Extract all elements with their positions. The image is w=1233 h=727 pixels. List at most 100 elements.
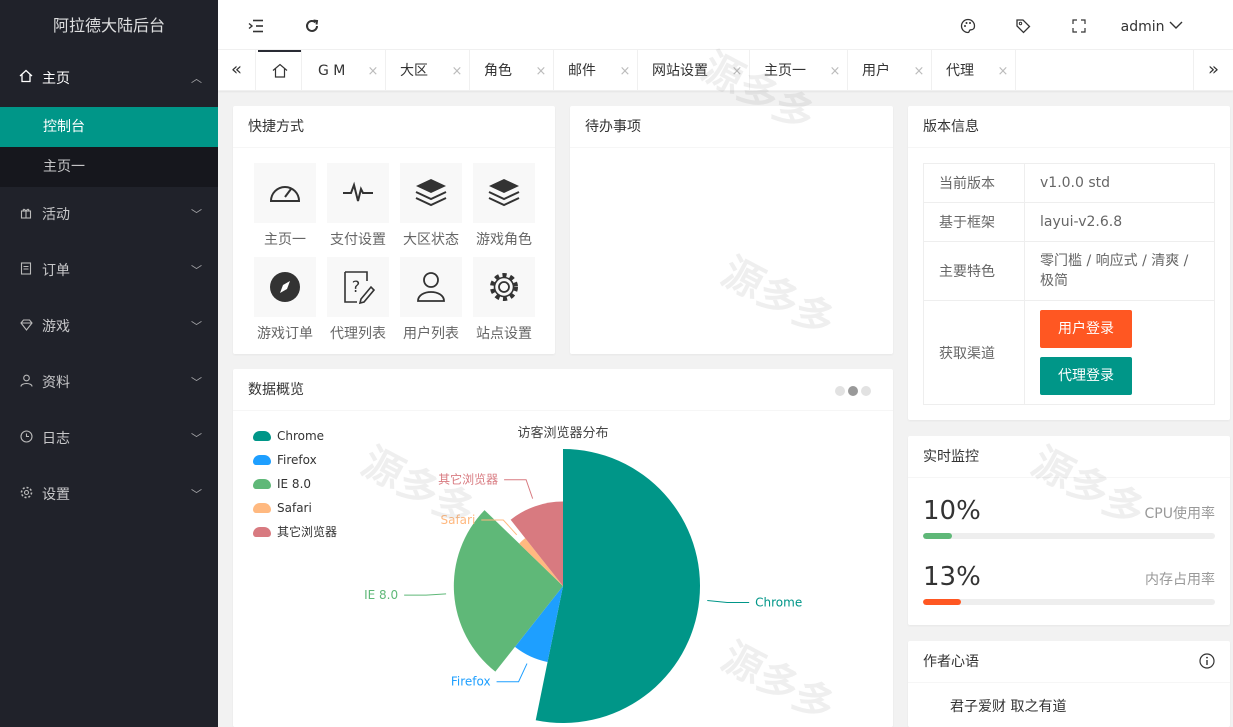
app-logo-title[interactable]: 阿拉德大陆后台 [0,0,218,51]
compass-icon [254,257,316,317]
tab-region[interactable]: 大区 × [386,50,470,91]
shortcuts-card: 快捷方式 主页一 支付设置 大区状态 游戏角色 游戏订单 ? 代理列表 用户列表… [233,106,555,354]
sidebar: 阿拉德大陆后台 主页 ︿ 控制台 主页一 活动 ﹀ 订单 ﹀ 游戏 ﹀ 资料 ﹀… [0,0,218,727]
tab-label: 邮件 [568,63,596,79]
user-name: admin [1120,19,1165,35]
monitor-title: 实时监控 [908,436,1230,478]
close-icon[interactable]: × [444,51,470,93]
sidebar-item-home-one[interactable]: 主页一 [0,147,218,187]
table-row: 主要特色 零门槛 / 响应式 / 清爽 / 极简 [923,241,1215,301]
sidebar-item-settings[interactable]: 设置 ﹀ [0,467,218,523]
shortcut-payment-settings[interactable]: 支付设置 [326,163,390,249]
tab-label: 主页一 [764,63,806,79]
sidebar-item-label: 设置 [42,487,70,503]
chevron-down-icon: ﹀ [191,320,202,333]
sidebar-item-orders[interactable]: 订单 ﹀ [0,243,218,299]
close-icon[interactable]: × [906,51,932,93]
cpu-progress-bar [923,533,1215,539]
pie-label-line [707,600,750,604]
order-icon [18,244,34,300]
svg-text:?: ? [352,277,361,296]
clock-icon [18,412,34,468]
table-value: 零门槛 / 响应式 / 清爽 / 极简 [1024,241,1215,301]
table-value: layui-v2.6.8 [1024,202,1215,242]
tab-home[interactable] [258,50,302,91]
shortcut-label: 站点设置 [476,326,532,342]
close-icon[interactable]: × [360,51,386,93]
memory-progress-fill [923,599,961,605]
shortcut-label: 代理列表 [330,326,386,342]
chevron-down-icon: ﹀ [191,488,202,501]
shortcut-region-status[interactable]: 大区状态 [399,163,463,249]
carousel-dot[interactable] [835,386,845,396]
browser-pie-chart: 访客浏览器分布 Chrome Firefox IE 8.0 Safari 其它浏览器 [364,425,802,723]
close-icon[interactable]: × [990,51,1016,93]
pie-label-line [404,593,447,596]
help-edit-icon: ? [327,257,389,317]
memory-label: 内存占用率 [1145,572,1215,588]
user-icon [400,257,462,317]
tabs-prev-button[interactable]: « [218,50,256,91]
sidebar-item-activity[interactable]: 活动 ﹀ [0,187,218,243]
chevron-up-icon: ︿ [191,72,202,85]
agent-login-button[interactable]: 代理登录 [1040,357,1132,395]
refresh-icon[interactable] [297,0,327,50]
sidebar-item-logs[interactable]: 日志 ﹀ [0,411,218,467]
shortcut-agent-list[interactable]: ? 代理列表 [326,257,390,343]
page-tabs: « G M × 大区 × 角色 × 邮件 × 网站设置 × 主页一 × 用户 × 代理 × » [218,50,1233,91]
tab-agent[interactable]: 代理 × [932,50,1016,91]
home-icon [272,61,288,81]
close-icon[interactable]: × [612,51,638,93]
tab-label: 代理 [946,63,974,79]
shortcut-label: 游戏订单 [257,326,313,342]
tab-label: 大区 [400,63,428,79]
sidebar-item-profile[interactable]: 资料 ﹀ [0,355,218,411]
sidebar-item-home[interactable]: 主页 ︿ [0,51,218,107]
table-value: 用户登录 代理登录 [1024,300,1215,405]
tab-label: 用户 [862,63,890,79]
gear-icon [473,257,535,317]
theme-icon[interactable] [953,0,983,50]
carousel-dot-active[interactable] [848,386,858,396]
shortcuts-title: 快捷方式 [233,106,555,148]
cpu-label: CPU使用率 [1144,506,1215,522]
sidebar-item-games[interactable]: 游戏 ﹀ [0,299,218,355]
tab-mail[interactable]: 邮件 × [554,50,638,91]
layers-icon [473,163,535,223]
tab-users[interactable]: 用户 × [848,50,932,91]
shortcut-game-roles[interactable]: 游戏角色 [472,163,536,249]
sidebar-item-label: 日志 [42,431,70,447]
tab-role[interactable]: 角色 × [470,50,554,91]
table-key: 基于框架 [923,202,1025,242]
user-menu[interactable]: admin [1121,0,1183,50]
author-title: 作者心语 [908,641,1230,683]
tabs-next-button[interactable]: » [1193,50,1233,91]
tab-site-settings[interactable]: 网站设置 × [638,50,750,91]
tab-home-one[interactable]: 主页一 × [750,50,848,91]
note-tag-icon[interactable] [1008,0,1038,50]
shrink-sidebar-icon[interactable] [241,0,271,50]
close-icon[interactable]: × [822,51,848,93]
table-row: 当前版本 v1.0.0 std [923,163,1215,203]
shortcut-site-settings[interactable]: 站点设置 [472,257,536,343]
sidebar-item-console[interactable]: 控制台 [0,107,218,147]
pie-label-line [504,479,534,499]
shortcut-game-orders[interactable]: 游戏订单 [253,257,317,343]
shortcut-user-list[interactable]: 用户列表 [399,257,463,343]
tab-list: G M × 大区 × 角色 × 邮件 × 网站设置 × 主页一 × 用户 × 代理 × [258,50,1016,91]
tab-gm[interactable]: G M × [302,50,386,91]
carousel-dot[interactable] [861,386,871,396]
fullscreen-icon[interactable] [1064,0,1094,50]
sidebar-item-label: 订单 [42,263,70,279]
pulse-icon [327,163,389,223]
close-icon[interactable]: × [528,51,554,93]
gift-icon [18,188,34,244]
cpu-progress-fill [923,533,953,539]
todo-title: 待办事项 [570,106,893,148]
chevron-down-icon: ﹀ [191,264,202,277]
user-login-button[interactable]: 用户登录 [1040,310,1132,348]
cpu-percent: 10% [923,496,981,526]
info-icon[interactable] [1199,641,1215,683]
shortcut-home-one[interactable]: 主页一 [253,163,317,249]
close-icon[interactable]: × [724,51,750,93]
